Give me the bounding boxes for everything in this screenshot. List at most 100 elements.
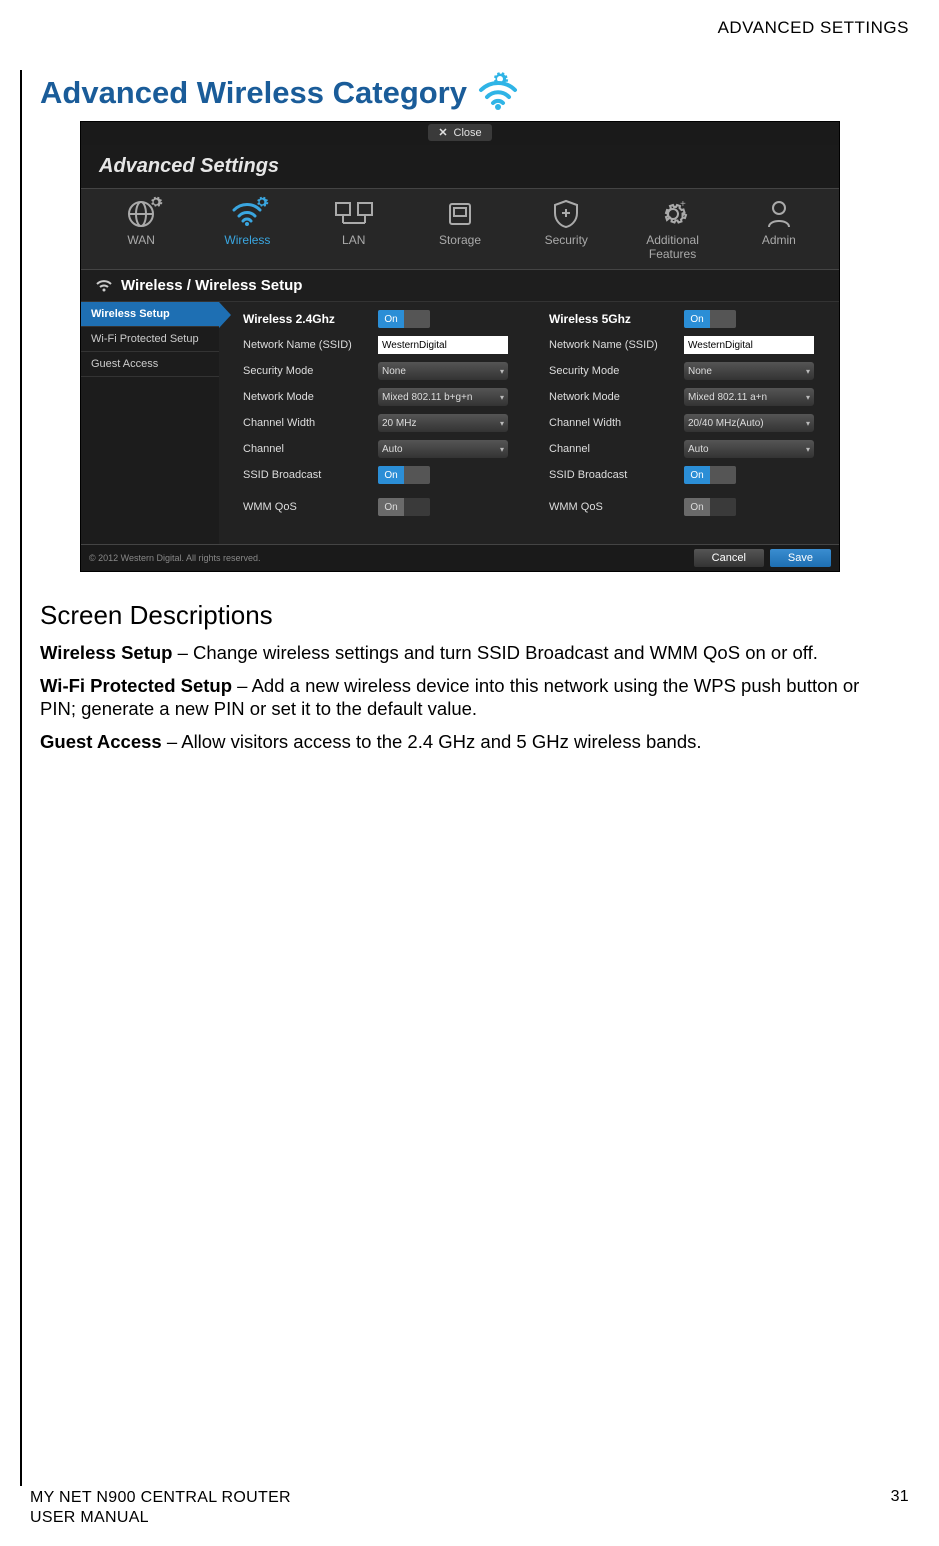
panel-enable-toggle[interactable]: On (684, 310, 736, 328)
chevron-down-icon: ▾ (500, 419, 504, 428)
figure-footer: © 2012 Western Digital. All rights reser… (81, 544, 839, 571)
nav-storage[interactable]: Storage (410, 197, 510, 265)
settings-sidebar: Wireless Setup Wi-Fi Protected Setup Gue… (81, 302, 219, 544)
shield-icon (516, 197, 616, 231)
close-icon: ✕ (438, 126, 447, 139)
panel-enable-toggle[interactable]: On (378, 310, 430, 328)
setting-label: Channel (549, 443, 684, 455)
nav-label: LAN (342, 233, 365, 247)
section-heading-row: Advanced Wireless Category (40, 75, 899, 111)
nav-security[interactable]: Security (516, 197, 616, 265)
sidebar-item-wireless-setup[interactable]: Wireless Setup (81, 302, 219, 327)
setting-row: Channel Width20/40 MHz(Auto)▾ (549, 414, 825, 432)
description-text: – Change wireless settings and turn SSID… (172, 642, 817, 663)
screenshot-figure: ✕ Close Advanced Settings WAN Wireless (80, 121, 840, 572)
setting-select[interactable]: Auto▾ (684, 440, 814, 458)
setting-label: Channel Width (243, 417, 378, 429)
gear-icon (491, 70, 509, 88)
description-item: Wi-Fi Protected Setup – Add a new wirele… (40, 674, 899, 720)
setting-toggle[interactable]: On (378, 466, 430, 484)
storage-icon (410, 197, 510, 231)
chevron-down-icon: ▾ (806, 367, 810, 376)
close-button[interactable]: ✕ Close (428, 124, 491, 141)
setting-row: Network ModeMixed 802.11 b+g+n▾ (243, 388, 519, 406)
page-footer: MY NET N900 CENTRAL ROUTER USER MANUAL 3… (30, 1488, 909, 1528)
nav-wireless[interactable]: Wireless (197, 197, 297, 265)
setting-select[interactable]: None▾ (684, 362, 814, 380)
save-button[interactable]: Save (770, 549, 831, 567)
setting-row: Network Name (SSID) (549, 336, 825, 354)
setting-label: SSID Broadcast (243, 469, 378, 481)
panel-24ghz: Wireless 2.4GhzOnNetwork Name (SSID)Secu… (243, 310, 519, 524)
chevron-down-icon: ▾ (500, 367, 504, 376)
descriptions-list: Wireless Setup – Change wireless setting… (40, 641, 899, 754)
descriptions-heading: Screen Descriptions (40, 600, 899, 631)
setting-label: Network Mode (243, 391, 378, 403)
description-term: Wi-Fi Protected Setup (40, 675, 232, 696)
setting-label: Channel (243, 443, 378, 455)
sidebar-item-guest-access[interactable]: Guest Access (81, 352, 219, 377)
top-nav: WAN Wireless LAN Storage (81, 189, 839, 269)
close-label: Close (454, 127, 482, 139)
lan-icon (304, 197, 404, 231)
description-text: – Allow visitors access to the 2.4 GHz a… (162, 731, 702, 752)
section-title: Advanced Wireless Category (40, 75, 467, 111)
setting-select[interactable]: Mixed 802.11 a+n▾ (684, 388, 814, 406)
sidebar-item-wps[interactable]: Wi-Fi Protected Setup (81, 327, 219, 352)
nav-additional-features[interactable]: + Additional Features (622, 197, 722, 265)
ssid-input[interactable] (684, 336, 814, 354)
setting-select[interactable]: Auto▾ (378, 440, 508, 458)
setting-row: WMM QoSOn (243, 498, 519, 516)
setting-toggle: On (684, 498, 736, 516)
footer-page-number: 31 (891, 1488, 909, 1506)
left-margin-rule (20, 70, 22, 1486)
setting-row: Security ModeNone▾ (549, 362, 825, 380)
setting-select[interactable]: Mixed 802.11 b+g+n▾ (378, 388, 508, 406)
chevron-down-icon: ▾ (806, 445, 810, 454)
panel-header: Wireless 2.4GhzOn (243, 310, 519, 328)
footer-doc: USER MANUAL (30, 1508, 291, 1528)
copyright-text: © 2012 Western Digital. All rights reser… (89, 553, 261, 563)
setting-select[interactable]: 20 MHz▾ (378, 414, 508, 432)
chevron-down-icon: ▾ (500, 445, 504, 454)
action-buttons: Cancel Save (694, 549, 831, 567)
figure-body: Wireless Setup Wi-Fi Protected Setup Gue… (81, 302, 839, 544)
description-term: Guest Access (40, 731, 162, 752)
nav-label: Storage (439, 233, 481, 247)
page-running-header: ADVANCED SETTINGS (718, 18, 909, 38)
wifi-small-icon (95, 279, 113, 293)
screen-descriptions: Screen Descriptions Wireless Setup – Cha… (40, 600, 899, 754)
panel-header: Wireless 5GhzOn (549, 310, 825, 328)
setting-label: Security Mode (549, 365, 684, 377)
admin-icon (729, 197, 829, 231)
setting-row: WMM QoSOn (549, 498, 825, 516)
description-item: Guest Access – Allow visitors access to … (40, 730, 899, 753)
breadcrumb-text: Wireless / Wireless Setup (121, 277, 302, 294)
setting-select[interactable]: None▾ (378, 362, 508, 380)
setting-toggle[interactable]: On (684, 466, 736, 484)
panel-5ghz: Wireless 5GhzOnNetwork Name (SSID)Securi… (549, 310, 825, 524)
cancel-button[interactable]: Cancel (694, 549, 764, 567)
nav-admin[interactable]: Admin (729, 197, 829, 265)
panel-title: Wireless 5Ghz (549, 312, 684, 326)
modal-close-bar: ✕ Close (81, 122, 839, 145)
setting-label: WMM QoS (243, 501, 378, 513)
description-item: Wireless Setup – Change wireless setting… (40, 641, 899, 664)
wireless-category-icon (477, 76, 519, 110)
footer-left: MY NET N900 CENTRAL ROUTER USER MANUAL (30, 1488, 291, 1528)
description-term: Wireless Setup (40, 642, 172, 663)
nav-lan[interactable]: LAN (304, 197, 404, 265)
nav-wan[interactable]: WAN (91, 197, 191, 265)
window-title: Advanced Settings (81, 145, 839, 189)
nav-label: Security (545, 233, 588, 247)
settings-panels: Wireless 2.4GhzOn Network Name (SSID) Secu… (219, 302, 839, 544)
chevron-down-icon: ▾ (806, 419, 810, 428)
setting-row: ChannelAuto▾ (243, 440, 519, 458)
breadcrumb: Wireless / Wireless Setup (81, 269, 839, 302)
setting-row: ChannelAuto▾ (549, 440, 825, 458)
page-content: Advanced Wireless Category ✕ Close Adva (40, 75, 899, 764)
nav-label: WAN (127, 233, 155, 247)
setting-label: Channel Width (549, 417, 684, 429)
ssid-input[interactable] (378, 336, 508, 354)
setting-select[interactable]: 20/40 MHz(Auto)▾ (684, 414, 814, 432)
